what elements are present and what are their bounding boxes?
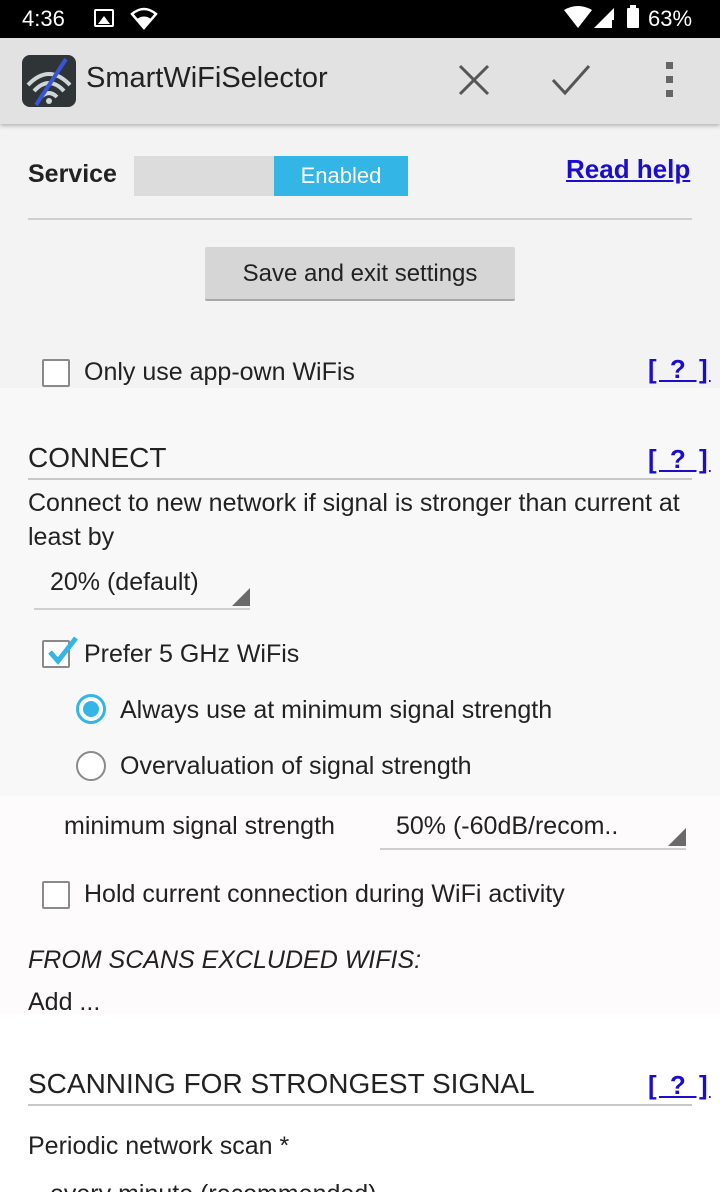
scanning-help-link[interactable]: [ ? ]: [648, 1070, 711, 1101]
battery-icon: [627, 5, 639, 28]
read-help-link[interactable]: Read help: [566, 154, 690, 185]
periodic-scan-label: Periodic network scan *: [28, 1132, 290, 1160]
min-signal-dropdown[interactable]: 50% (-60dB/recom..: [380, 804, 686, 850]
radio-overvaluation-label: Overvaluation of signal strength: [120, 752, 472, 780]
periodic-scan-dropdown[interactable]: every minute (recommended): [34, 1176, 434, 1192]
wifi-status-icon: [130, 7, 158, 30]
hold-connection-checkbox[interactable]: [42, 881, 70, 909]
only-app-own-help-link[interactable]: [ ? ]: [648, 354, 711, 385]
dropdown-arrow-icon: [668, 828, 686, 846]
connect-divider: [28, 478, 692, 480]
min-signal-value: 50% (-60dB/recom..: [396, 812, 619, 840]
hold-connection-label: Hold current connection during WiFi acti…: [84, 880, 565, 908]
prefer-5ghz-label: Prefer 5 GHz WiFis: [84, 640, 300, 668]
service-label: Service: [28, 160, 117, 188]
service-toggle-state: Enabled: [274, 156, 408, 196]
status-time: 4:36: [22, 6, 65, 31]
service-toggle[interactable]: Enabled: [134, 156, 408, 196]
checkmark-icon: [48, 636, 78, 665]
close-icon[interactable]: [454, 60, 494, 100]
add-excluded-wifi-link[interactable]: Add ...: [28, 988, 100, 1017]
excluded-wifis-title: FROM SCANS EXCLUDED WIFIS:: [28, 946, 422, 974]
scanning-divider: [28, 1104, 692, 1106]
overflow-menu-icon[interactable]: [650, 60, 690, 100]
threshold-dropdown[interactable]: 20% (default): [34, 564, 250, 610]
battery-percent: 63%: [648, 6, 693, 31]
only-app-own-label: Only use app-own WiFis: [84, 358, 355, 386]
save-and-exit-button[interactable]: Save and exit settings: [205, 247, 515, 301]
band: [0, 1014, 720, 1192]
periodic-scan-value: every minute (recommended): [50, 1180, 377, 1192]
action-bar: SmartWiFiSelector: [0, 38, 720, 124]
radio-overvaluation[interactable]: [76, 751, 106, 781]
connect-description: Connect to new network if signal is stro…: [28, 489, 680, 551]
app-logo-icon: [22, 55, 76, 107]
scanning-section-title: SCANNING FOR STRONGEST SIGNAL: [28, 1068, 535, 1099]
app-title: SmartWiFiSelector: [86, 62, 328, 94]
signal-strength-icon: [564, 6, 615, 28]
image-notification-icon: [94, 9, 114, 27]
connect-help-link[interactable]: [ ? ]: [648, 444, 711, 475]
settings-content: Service Enabled Read help Save and exit …: [0, 124, 720, 1192]
status-bar: 4:36 63%: [0, 0, 720, 38]
divider: [28, 218, 692, 220]
threshold-value: 20% (default): [50, 568, 199, 596]
radio-always-min-strength[interactable]: [76, 694, 106, 724]
dropdown-arrow-icon: [232, 588, 250, 606]
min-signal-label: minimum signal strength: [64, 812, 335, 840]
confirm-check-icon[interactable]: [551, 60, 591, 100]
only-app-own-checkbox[interactable]: [42, 359, 70, 387]
connect-section-title: CONNECT: [28, 442, 167, 473]
radio-always-label: Always use at minimum signal strength: [120, 696, 553, 724]
prefer-5ghz-checkbox[interactable]: [42, 636, 78, 668]
